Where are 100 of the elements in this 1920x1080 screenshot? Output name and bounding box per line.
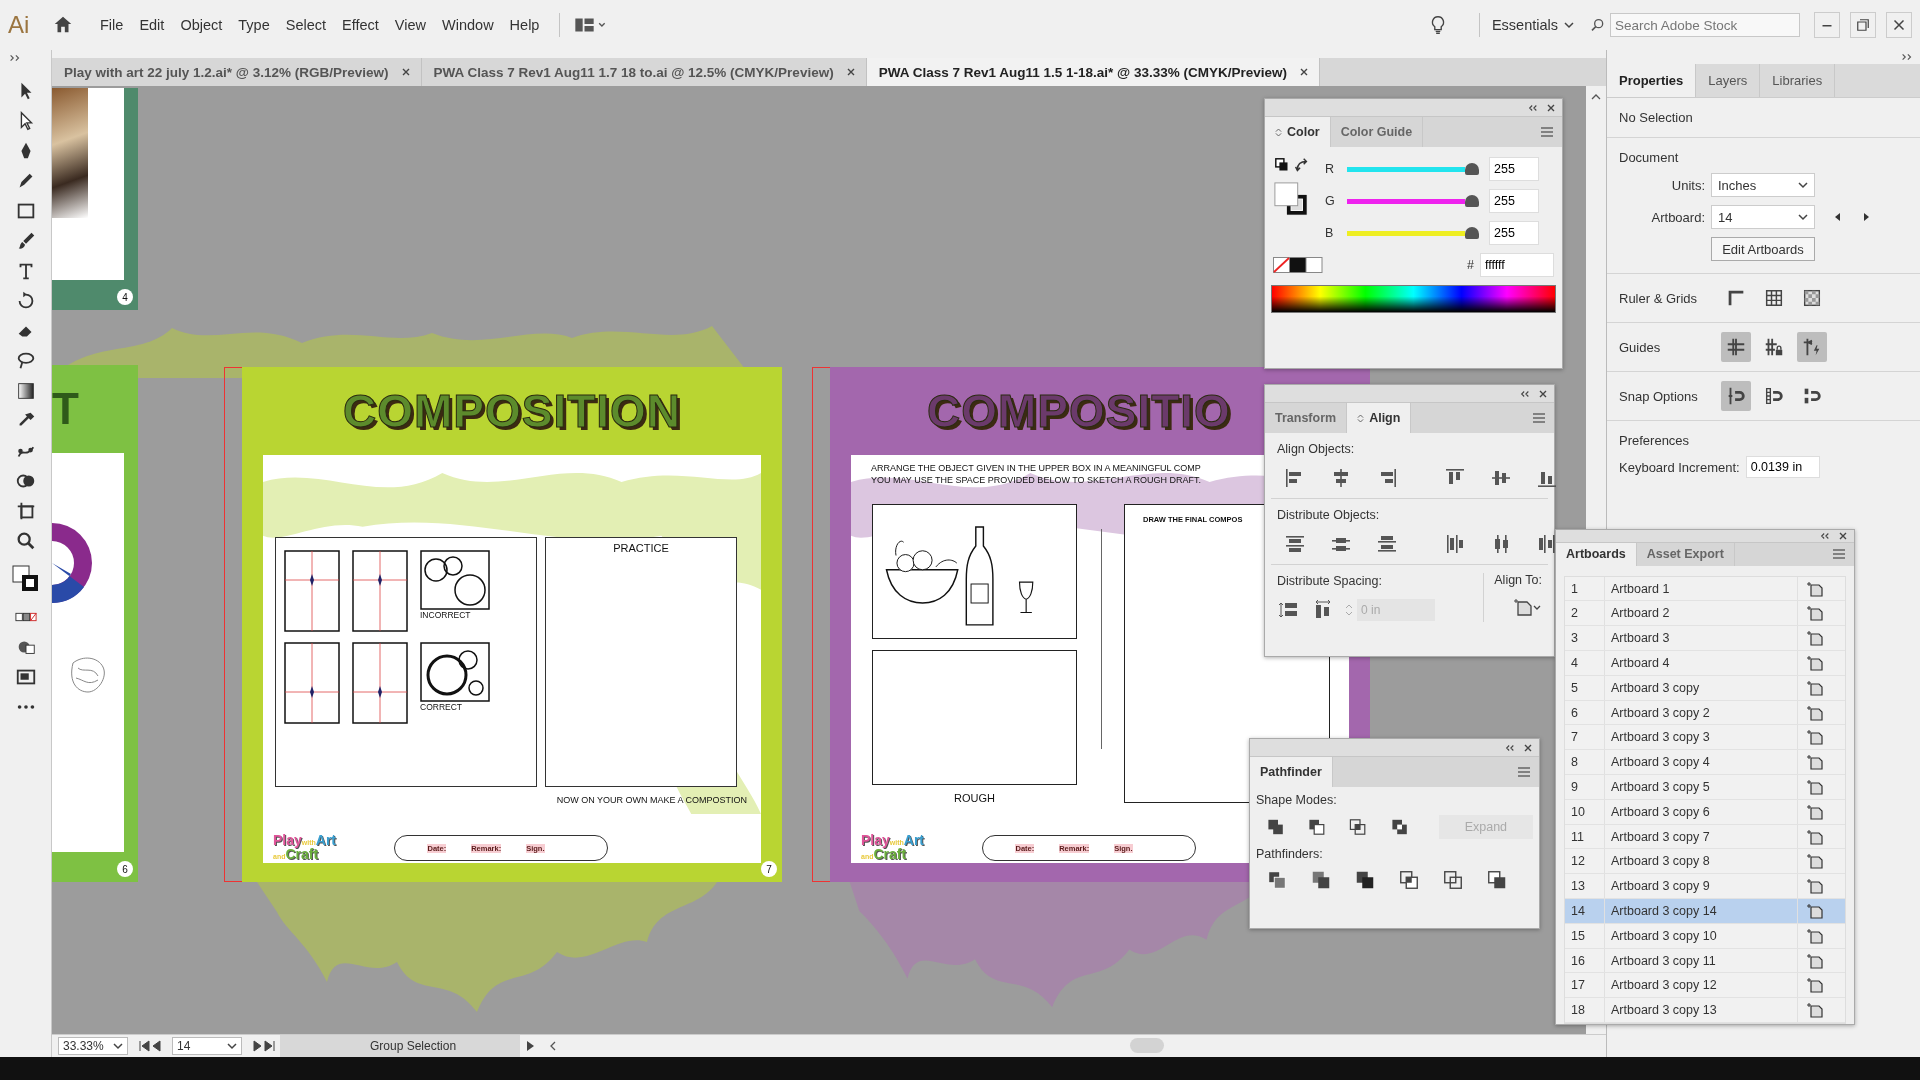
align-to-artboard-icon[interactable] — [1512, 597, 1542, 617]
channel-value-field[interactable]: 255 — [1489, 221, 1539, 245]
artboard-options-icon[interactable] — [1806, 853, 1824, 870]
collapse-arrows-icon[interactable] — [8, 54, 22, 62]
artboard-list-item[interactable]: 16 Artboard 3 copy 11 — [1565, 948, 1845, 974]
menu-item[interactable]: Help — [501, 13, 548, 37]
artboard-list-item[interactable]: 1 Artboard 1 — [1565, 576, 1845, 602]
close-icon[interactable] — [1838, 530, 1848, 541]
artboard-options-icon[interactable] — [1806, 754, 1824, 771]
collapse-arrows-icon[interactable] — [1520, 388, 1530, 399]
artboard-list-item[interactable]: 8 Artboard 3 copy 4 — [1565, 750, 1845, 776]
artboard-list-item[interactable]: 13 Artboard 3 copy 9 — [1565, 874, 1845, 899]
artboard-options-icon[interactable] — [1806, 927, 1824, 944]
crop-squares-icon[interactable] — [1398, 869, 1420, 891]
artboard-options-icon[interactable] — [1806, 952, 1824, 969]
menu-item[interactable]: Object — [172, 13, 231, 37]
panel-tab[interactable]: Align — [1347, 403, 1412, 433]
artboard-list-item[interactable]: 4 Artboard 4 — [1565, 651, 1845, 676]
merge-squares-icon[interactable] — [1354, 869, 1376, 891]
slider-thumb[interactable] — [1465, 195, 1479, 207]
panel-tab[interactable]: Libraries — [1760, 64, 1836, 97]
artboard-list-item[interactable]: 9 Artboard 3 copy 5 — [1565, 775, 1845, 800]
smart-guides-icon[interactable] — [1797, 332, 1827, 362]
panel-tab[interactable]: Properties — [1607, 64, 1697, 97]
panel-tab[interactable]: Pathfinder — [1250, 757, 1333, 787]
close-icon[interactable] — [845, 67, 856, 77]
artboard-list-item[interactable]: 7 Artboard 3 copy 3 — [1565, 725, 1845, 751]
units-dropdown[interactable]: Inches — [1711, 173, 1815, 197]
collapse-arrows-icon[interactable] — [1820, 530, 1830, 541]
intersect-squares-icon[interactable] — [1348, 816, 1368, 838]
artboard-list-item[interactable]: 11 Artboard 3 copy 7 — [1565, 824, 1845, 850]
slider-thumb[interactable] — [1465, 163, 1479, 175]
search-field[interactable]: Search Adobe Stock — [1610, 13, 1800, 37]
menu-item[interactable]: Effect — [334, 13, 387, 37]
guides-icon[interactable] — [1721, 332, 1751, 362]
menu-item[interactable]: Edit — [131, 13, 173, 37]
panel-tab[interactable]: Color Guide — [1330, 117, 1424, 147]
slider-thumb[interactable] — [1465, 227, 1479, 239]
edit-artboards-button[interactable]: Edit Artboards — [1711, 237, 1815, 261]
keyboard-increment-field[interactable]: 0.0139 in — [1745, 456, 1820, 478]
artboard-options-icon[interactable] — [1806, 704, 1824, 721]
snap-to-point-icon[interactable] — [1721, 381, 1751, 411]
restore-window-icon[interactable] — [1850, 12, 1876, 38]
color-spectrum[interactable] — [1271, 285, 1556, 313]
menu-item[interactable]: Type — [230, 13, 278, 37]
menu-item[interactable]: Window — [434, 13, 502, 37]
channel-value-field[interactable]: 255 — [1489, 189, 1539, 213]
artboard-options-icon[interactable] — [1806, 729, 1824, 746]
close-icon[interactable] — [1546, 102, 1556, 113]
panel-tab[interactable]: Color — [1265, 117, 1331, 147]
artboard-list-item[interactable]: 14 Artboard 3 copy 14 — [1565, 899, 1845, 924]
collapse-arrows-icon[interactable] — [1900, 53, 1914, 61]
artboard-dropdown[interactable]: 14 — [1711, 205, 1815, 229]
panel-menu-icon[interactable] — [1832, 548, 1846, 561]
panel-menu-icon[interactable] — [1517, 766, 1531, 778]
minus-back-squares-icon[interactable] — [1486, 869, 1508, 891]
artboard-options-icon[interactable] — [1806, 654, 1824, 671]
play-icon[interactable] — [524, 1040, 536, 1052]
divide-squares-icon[interactable] — [1266, 869, 1288, 891]
fill-stroke-swatch-icon[interactable] — [10, 564, 41, 594]
panel-menu-icon[interactable] — [1532, 412, 1546, 424]
scroll-thumb[interactable] — [1130, 1038, 1164, 1053]
default-swatches-icon[interactable] — [1273, 257, 1323, 273]
artboard-options-icon[interactable] — [1806, 828, 1824, 845]
close-icon[interactable] — [1538, 388, 1548, 399]
trim-squares-icon[interactable] — [1310, 869, 1332, 891]
artboard-options-icon[interactable] — [1806, 580, 1824, 597]
document-tab[interactable]: PWA Class 7 Rev1 Aug11 1.5 1-18.ai* @ 33.33% (CMYK/Preview) — [866, 58, 1320, 86]
artboard-options-icon[interactable] — [1806, 679, 1824, 696]
artboard-options-icon[interactable] — [1806, 630, 1824, 647]
artboard-list-item[interactable]: 10 Artboard 3 copy 6 — [1565, 799, 1845, 825]
panel-tab[interactable]: Layers — [1696, 64, 1761, 97]
artboard-list-item[interactable]: 18 Artboard 3 copy 13 — [1565, 998, 1845, 1023]
zoom-dropdown[interactable]: 33.33% — [58, 1037, 128, 1055]
channel-value-field[interactable]: 255 — [1489, 157, 1539, 181]
close-icon[interactable] — [400, 67, 411, 77]
artboard-options-icon[interactable] — [1806, 1002, 1824, 1019]
collapse-arrows-icon[interactable] — [1528, 102, 1538, 113]
artboard-list-item[interactable]: 5 Artboard 3 copy — [1565, 675, 1845, 701]
next-icon[interactable] — [1861, 212, 1871, 222]
artboard-options-icon[interactable] — [1806, 878, 1824, 895]
artboard-options-icon[interactable] — [1806, 803, 1824, 820]
close-icon[interactable] — [1299, 67, 1309, 77]
artboard-dropdown[interactable]: 14 — [172, 1037, 242, 1055]
panel-menu-icon[interactable] — [1540, 126, 1554, 138]
close-icon[interactable] — [1523, 742, 1533, 753]
outline-squares-icon[interactable] — [1442, 869, 1464, 891]
panel-tab[interactable]: Asset Export — [1636, 542, 1735, 566]
artboard-options-icon[interactable] — [1806, 605, 1824, 622]
artboard-options-icon[interactable] — [1806, 977, 1824, 994]
menu-item[interactable]: View — [386, 13, 435, 37]
menu-item[interactable]: File — [92, 13, 132, 37]
artboard-list-item[interactable]: 2 Artboard 2 — [1565, 601, 1845, 627]
menu-item[interactable]: Select — [277, 13, 335, 37]
artboard-list-item[interactable]: 6 Artboard 3 copy 2 — [1565, 700, 1845, 726]
collapse-arrows-icon[interactable] — [1505, 742, 1515, 753]
first-previous-icon[interactable] — [138, 1040, 162, 1052]
artboard-list-item[interactable]: 15 Artboard 3 copy 10 — [1565, 923, 1845, 949]
artboard-list-item[interactable]: 17 Artboard 3 copy 12 — [1565, 973, 1845, 999]
artboard-options-icon[interactable] — [1806, 902, 1824, 919]
